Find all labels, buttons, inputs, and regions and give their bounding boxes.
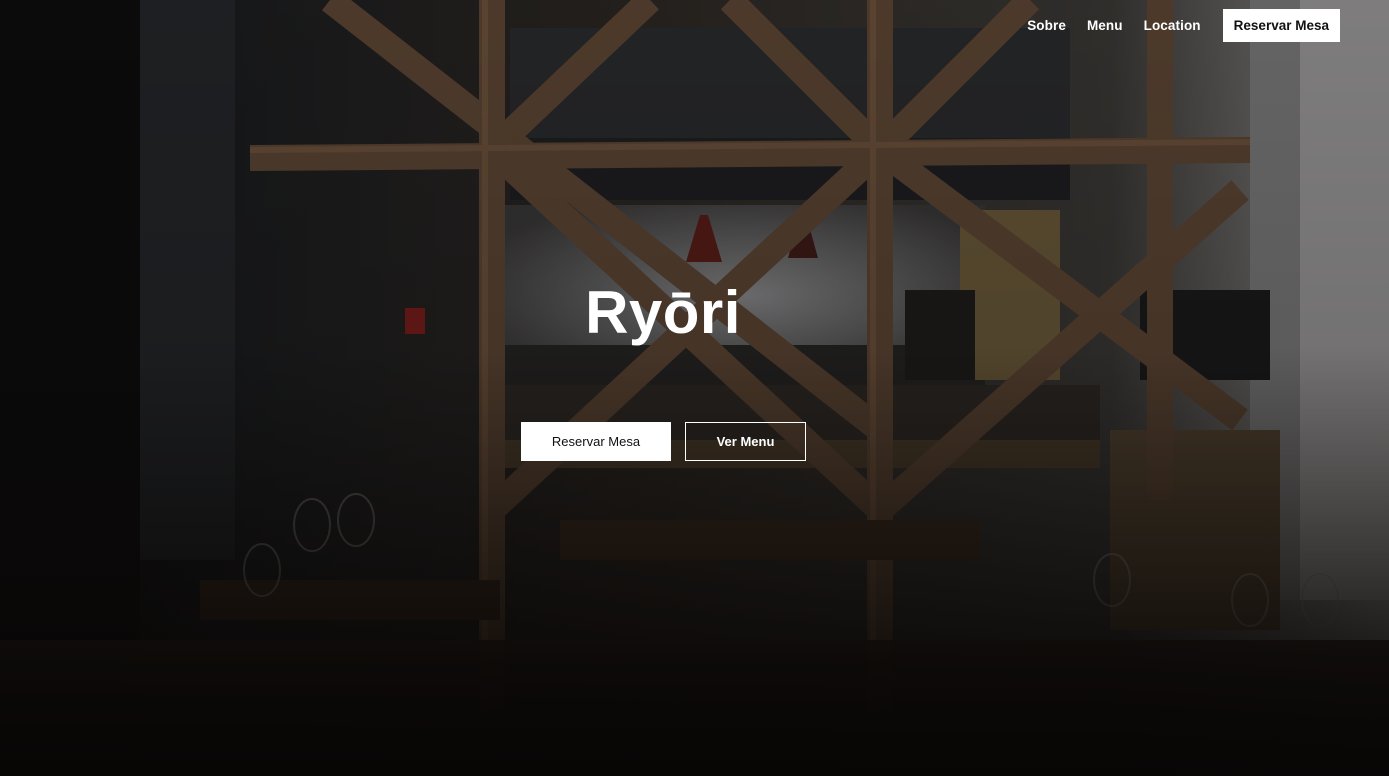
- ver-menu-button[interactable]: Ver Menu: [685, 422, 806, 461]
- hero-button-group: Reservar Mesa Ver Menu: [521, 422, 806, 461]
- hero-dark-overlay: [0, 0, 1389, 776]
- nav-reservar-mesa-button[interactable]: Reservar Mesa: [1222, 9, 1340, 42]
- hero-section: Sobre Menu Location Reservar Mesa Ryōri …: [0, 0, 1389, 776]
- brand-title: Ryōri: [585, 279, 741, 346]
- nav-link-sobre[interactable]: Sobre: [1027, 18, 1066, 33]
- top-navigation: Sobre Menu Location Reservar Mesa: [1027, 9, 1340, 42]
- nav-link-location[interactable]: Location: [1144, 18, 1201, 33]
- reservar-mesa-button[interactable]: Reservar Mesa: [521, 422, 671, 461]
- nav-link-menu[interactable]: Menu: [1087, 18, 1123, 33]
